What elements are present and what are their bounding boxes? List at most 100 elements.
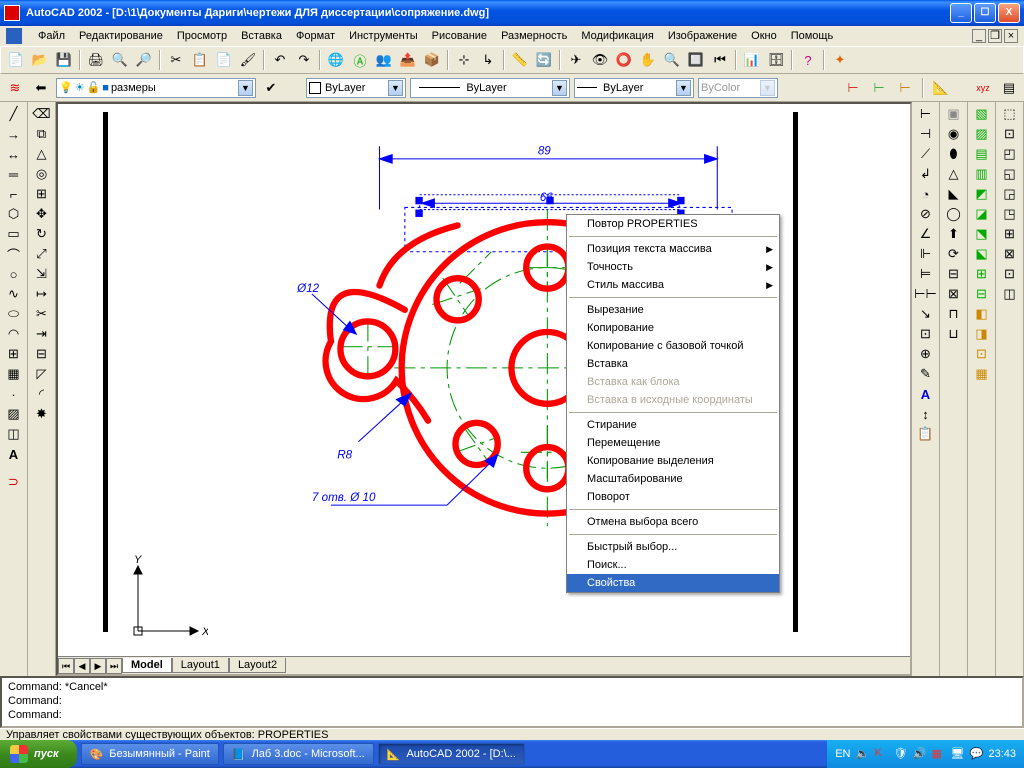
tray-icon-3[interactable]: 🛡 [893, 747, 907, 761]
layerprev-button[interactable]: ⬅ [30, 77, 52, 99]
insert-icon[interactable]: ⊞ [2, 344, 26, 364]
color-combo[interactable]: ByLayer▼ [306, 78, 406, 98]
ctx-qselect[interactable]: Быстрый выбор... [567, 538, 779, 556]
u4-icon[interactable]: ◱ [998, 164, 1022, 184]
tab-last[interactable]: ⏭ [106, 658, 122, 674]
cut-button[interactable]: ✂ [165, 49, 187, 71]
menu-insert[interactable]: Вставка [235, 28, 288, 44]
menu-tools[interactable]: Инструменты [343, 28, 424, 44]
print-button[interactable]: 🖨 [85, 49, 107, 71]
close-button[interactable]: X [998, 3, 1020, 23]
pline-icon[interactable]: ⌐ [2, 184, 26, 204]
plotstyle-combo[interactable]: ByColor▼ [698, 78, 778, 98]
aerial-button[interactable]: ✈ [565, 49, 587, 71]
grip-bl[interactable] [415, 210, 422, 217]
tray-icon-1[interactable]: 🔈 [855, 747, 869, 761]
undo-button[interactable]: ↶ [269, 49, 291, 71]
dim2-button[interactable]: ⊢ [868, 77, 890, 99]
menu-help[interactable]: Помощь [785, 28, 840, 44]
taskbtn-word[interactable]: 📘Лаб 3.doc - Microsoft... [223, 743, 374, 765]
zoomwin-button[interactable]: 🔲 [685, 49, 707, 71]
publish-button[interactable]: 📤 [397, 49, 419, 71]
dup-icon[interactable]: ↕ [914, 404, 938, 424]
fillet-icon[interactable]: ◜ [30, 384, 54, 404]
u10-icon[interactable]: ◫ [998, 284, 1022, 304]
ctx-arraystyle[interactable]: Стиль массива▶ [567, 276, 779, 294]
paste-button[interactable]: 📄 [213, 49, 235, 71]
layer-combo[interactable]: 💡☀🔓■ размеры ▼ [56, 78, 256, 98]
ray-icon[interactable]: → [2, 124, 26, 144]
ted-icon[interactable]: A [914, 384, 938, 404]
tab-first[interactable]: ⏮ [58, 658, 74, 674]
new-button[interactable]: 📄 [5, 49, 27, 71]
s3-icon[interactable]: ▤ [970, 144, 994, 164]
filter-button[interactable]: ▤ [998, 77, 1020, 99]
save-button[interactable]: 💾 [53, 49, 75, 71]
ucs-button[interactable]: ↳ [477, 49, 499, 71]
rad-icon[interactable]: ◔ [914, 184, 938, 204]
lead-icon[interactable]: ↘ [914, 304, 938, 324]
arc-icon[interactable]: ⌒ [2, 244, 26, 264]
redo-button[interactable]: ↷ [293, 49, 315, 71]
u2-icon[interactable]: ⊡ [998, 124, 1022, 144]
dim3-button[interactable]: ⊢ [894, 77, 916, 99]
s9-icon[interactable]: ⊞ [970, 264, 994, 284]
mdi-restore[interactable]: ❐ [988, 29, 1002, 43]
menu-dimension[interactable]: Размерность [495, 28, 573, 44]
move-icon[interactable]: ✥ [30, 204, 54, 224]
aec-button[interactable]: ✦ [829, 49, 851, 71]
ctx-arraypos[interactable]: Позиция текста массива▶ [567, 240, 779, 258]
pan-button[interactable]: ✋ [637, 49, 659, 71]
rotate-icon[interactable]: ↻ [30, 224, 54, 244]
break-icon[interactable]: ⊟ [30, 344, 54, 364]
ord-icon[interactable]: ↲ [914, 164, 938, 184]
tab-layout1[interactable]: Layout1 [172, 658, 229, 673]
s10-icon[interactable]: ⊟ [970, 284, 994, 304]
menu-window[interactable]: Окно [745, 28, 783, 44]
ellarc-icon[interactable]: ◠ [2, 324, 26, 344]
block-icon[interactable]: ▦ [2, 364, 26, 384]
find-button[interactable]: 🔎 [133, 49, 155, 71]
menu-view[interactable]: Просмотр [171, 28, 233, 44]
s2-icon[interactable]: ▨ [970, 124, 994, 144]
tray-icon-2[interactable]: K [874, 747, 888, 761]
menu-image[interactable]: Изображение [662, 28, 743, 44]
int-icon[interactable]: ⊓ [942, 304, 966, 324]
line-icon[interactable]: ╱ [2, 104, 26, 124]
ctx-properties[interactable]: Свойства [567, 574, 779, 592]
tray-icon-4[interactable]: 🔊 [912, 747, 926, 761]
hdim-icon[interactable]: ⊢ [914, 104, 938, 124]
ctx-repeat[interactable]: Повтор PROPERTIES [567, 215, 779, 233]
u3-icon[interactable]: ◰ [998, 144, 1022, 164]
ctx-deselect[interactable]: Отмена выбора всего [567, 513, 779, 531]
open-button[interactable]: 📂 [29, 49, 51, 71]
taskbtn-paint[interactable]: 🎨Безымянный - Paint [81, 743, 219, 765]
props-button[interactable]: 📊 [741, 49, 763, 71]
stretch-icon[interactable]: ⇲ [30, 264, 54, 284]
adim-icon[interactable]: ⟋ [914, 144, 938, 164]
tracking-button[interactable]: ⊹ [453, 49, 475, 71]
xline-icon[interactable]: ↔ [2, 144, 26, 164]
ctx-copy[interactable]: Копирование [567, 319, 779, 337]
hatch-icon[interactable]: ▨ [2, 404, 26, 424]
s14-icon[interactable]: ▦ [970, 364, 994, 384]
tray-icon-6[interactable]: 🖥 [950, 747, 964, 761]
explode-icon[interactable]: ✸ [30, 404, 54, 424]
cone-icon[interactable]: △ [942, 164, 966, 184]
menu-format[interactable]: Формат [290, 28, 341, 44]
u7-icon[interactable]: ⊞ [998, 224, 1022, 244]
dbconnect-button[interactable]: 🗄 [765, 49, 787, 71]
set-icon[interactable]: ⊔ [942, 324, 966, 344]
makecurrent-button[interactable]: ✔ [260, 77, 282, 99]
ctx-paste[interactable]: Вставка [567, 355, 779, 373]
box-icon[interactable]: ▣ [942, 104, 966, 124]
maximize-button[interactable]: ☐ [974, 3, 996, 23]
cen-icon[interactable]: ⊕ [914, 344, 938, 364]
cont-icon[interactable]: ⊢⊢ [914, 284, 938, 304]
dim1-button[interactable]: ⊢ [842, 77, 864, 99]
match-button[interactable]: 🖌 [237, 49, 259, 71]
tol-icon[interactable]: ⊡ [914, 324, 938, 344]
u9-icon[interactable]: ⊡ [998, 264, 1022, 284]
clock[interactable]: 23:43 [988, 748, 1016, 760]
today-button[interactable]: 🌐 [325, 49, 347, 71]
